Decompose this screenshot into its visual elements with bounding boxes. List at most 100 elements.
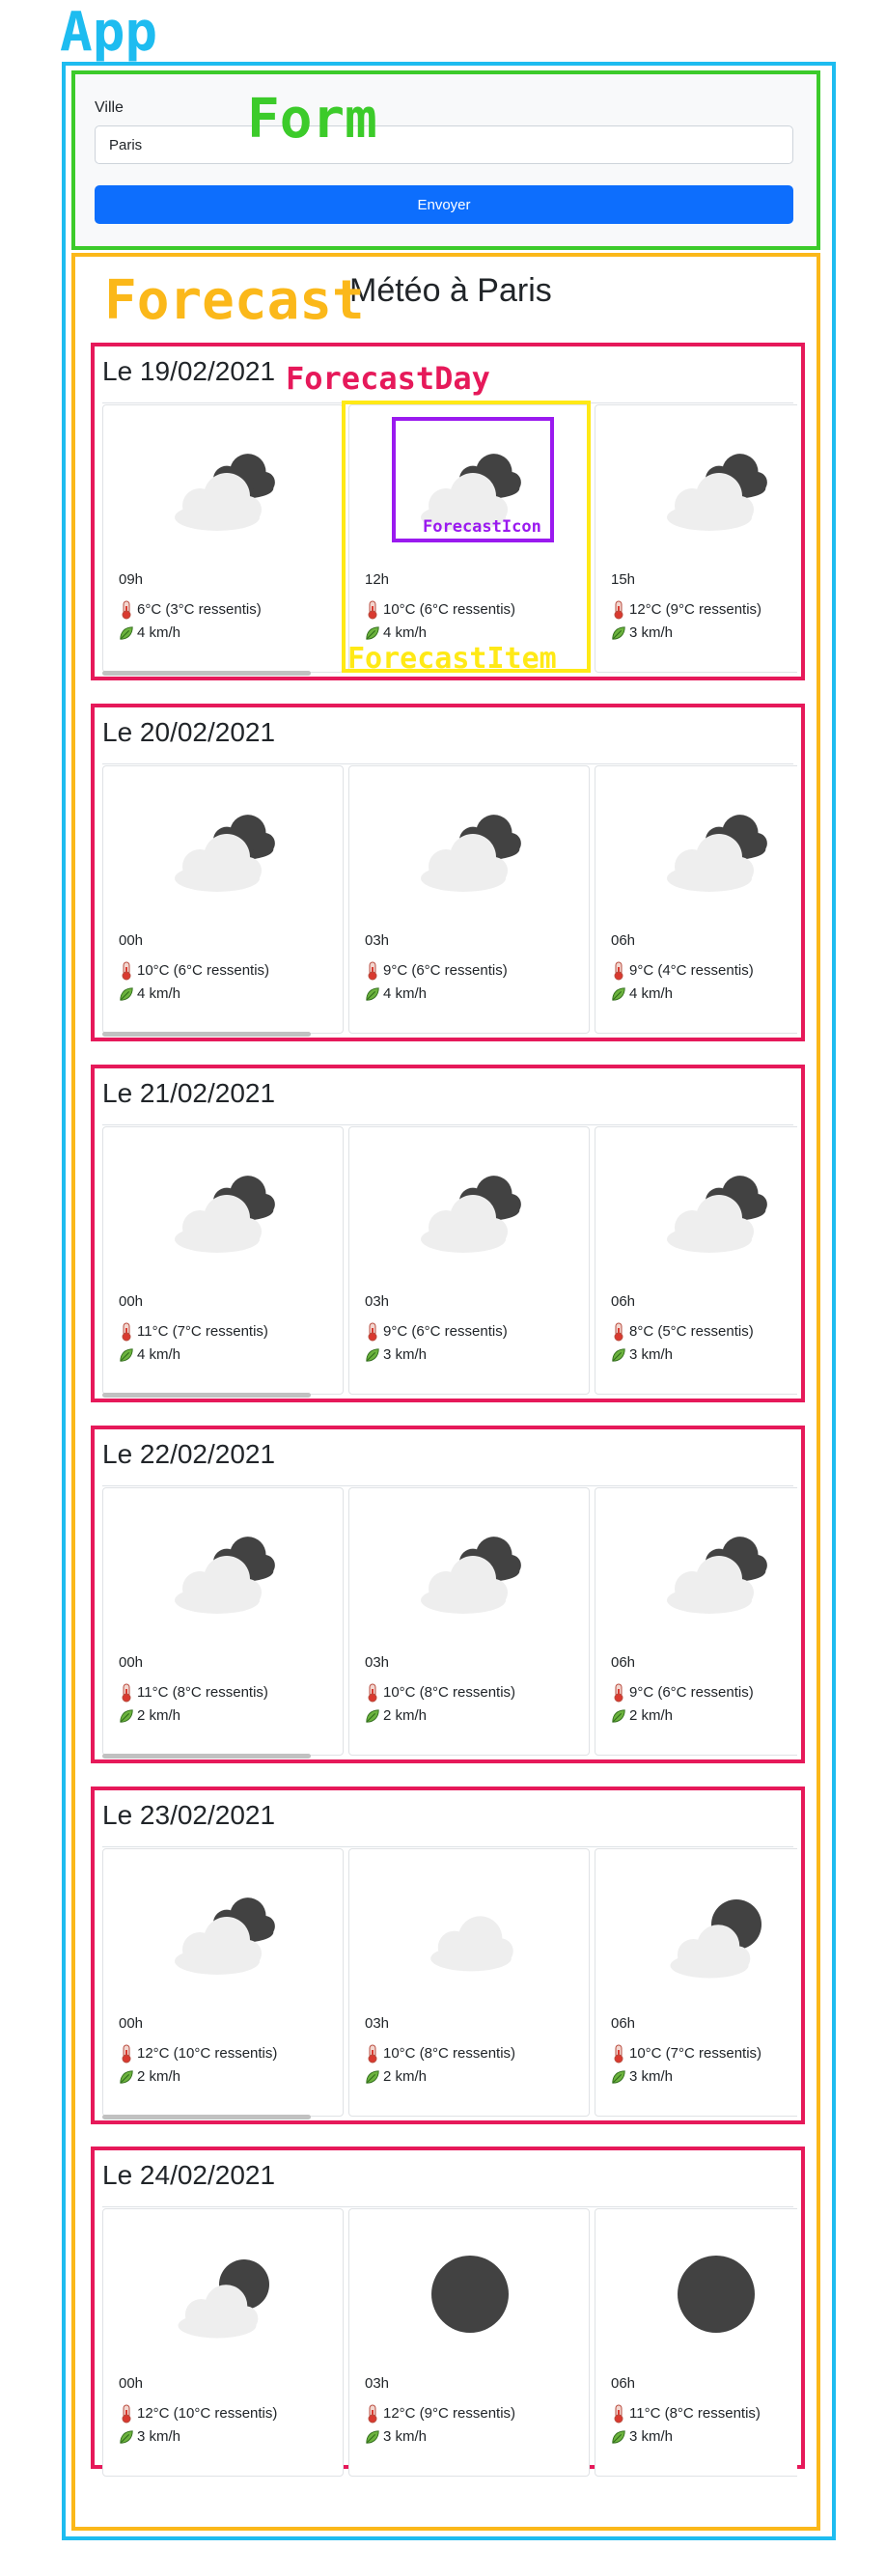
cloud-dark-moon-weather-icon [670, 1899, 761, 1979]
light-cloud-weather-icon [430, 1916, 513, 1972]
forecast-wind-row: 3 km/h [365, 1345, 427, 1365]
forecast-wind-speed: 2 km/h [383, 1706, 428, 1724]
thermometer-icon [614, 961, 623, 981]
forecast-day: Le 21/02/2021 00h 11°C (7°C ressentis) 4 km… [91, 1065, 805, 1402]
thermometer-icon [368, 1683, 377, 1703]
forecast-wind-row: 2 km/h [611, 1706, 673, 1726]
forecast-wind-row: 3 km/h [611, 2067, 673, 2087]
forecast-item-card: 03h 10°C (8°C ressentis) 2 km/h [348, 1487, 590, 1756]
forecast-wind-row: 2 km/h [365, 1706, 427, 1726]
thermometer-icon [368, 1322, 377, 1342]
leaf-wind-icon [366, 987, 379, 1001]
forecast-temperature: 10°C (8°C ressentis) [383, 2044, 516, 2062]
leaf-wind-icon [120, 2070, 133, 2084]
leaf-wind-icon [612, 626, 625, 640]
forecast-temperature-row: 10°C (6°C ressentis) [119, 961, 269, 981]
forecast-hour: 03h [365, 2015, 390, 2032]
forecast-hour: 00h [119, 932, 144, 949]
horizontal-scrollbar-thumb[interactable] [102, 1754, 311, 1759]
forecast-day-divider [102, 1846, 793, 1847]
forecast-temperature: 12°C (9°C ressentis) [629, 600, 762, 618]
submit-button[interactable]: Envoyer [95, 185, 793, 224]
forecast-items-scroller[interactable]: 00h 10°C (6°C ressentis) 4 km/h 03h 9°C (6°C… [102, 765, 797, 1036]
horizontal-scrollbar-thumb[interactable] [102, 671, 311, 676]
forecast-items-scroller[interactable]: 00h 11°C (7°C ressentis) 4 km/h 03h 9°C (6°C… [102, 1126, 797, 1397]
forecast-item-card: 03h 10°C (8°C ressentis) 2 km/h [348, 1848, 590, 2117]
forecast-hour: 03h [365, 932, 390, 949]
forecast-wind-row: 3 km/h [119, 2427, 180, 2447]
forecast-item-card: 06h 9°C (4°C ressentis) 4 km/h [595, 765, 797, 1034]
forecast-temperature-row: 10°C (8°C ressentis) [365, 1683, 515, 1703]
forecast-item-card: 00h 11°C (7°C ressentis) 4 km/h [102, 1126, 344, 1395]
forecast-temperature: 10°C (8°C ressentis) [383, 1683, 516, 1701]
forecast-temperature-row: 12°C (10°C ressentis) [119, 2044, 277, 2064]
forecast-hour: 00h [119, 2015, 144, 2032]
forecast-hour: 06h [611, 1293, 636, 1310]
thermometer-icon [614, 1322, 623, 1342]
forecast-temperature: 12°C (10°C ressentis) [137, 2044, 278, 2062]
form-component-label: Form [247, 88, 377, 151]
forecast-item-card: 03h 9°C (6°C ressentis) 3 km/h [348, 1126, 590, 1395]
forecast-temperature-row: 6°C (3°C ressentis) [119, 600, 262, 620]
cloud-dark-cloud-weather-icon [421, 1537, 521, 1614]
horizontal-scrollbar-thumb[interactable] [102, 1032, 311, 1037]
forecast-items-scroller[interactable]: 00h 11°C (8°C ressentis) 2 km/h 03h 10°C (8°… [102, 1487, 797, 1758]
thermometer-icon [614, 2044, 623, 2064]
forecast-wind-speed: 4 km/h [383, 984, 428, 1002]
forecast-day: Le 23/02/2021 00h 12°C (10°C ressentis) 2 k… [91, 1787, 805, 2124]
thermometer-icon [614, 600, 623, 620]
forecast-day-title: Le 23/02/2021 [102, 1800, 276, 1830]
forecast-wind-speed: 2 km/h [137, 1706, 181, 1724]
forecast-wind-speed: 3 km/h [383, 2427, 428, 2445]
forecast-item-card: 06h 8°C (5°C ressentis) 3 km/h [595, 1126, 797, 1395]
forecast-items-scroller[interactable]: 00h 12°C (10°C ressentis) 2 km/h 03h 10°C (8… [102, 1848, 797, 2119]
forecast-temperature: 11°C (8°C ressentis) [629, 2404, 761, 2422]
forecast-wind-row: 3 km/h [611, 623, 673, 643]
forecast-day-title: Le 21/02/2021 [102, 1078, 276, 1108]
leaf-wind-icon [366, 2070, 379, 2084]
forecast-item-card: 00h 12°C (10°C ressentis) 2 km/h [102, 1848, 344, 2117]
forecast-icon-component-label: ForecastIcon [423, 517, 541, 537]
forecast-day: Le 24/02/2021 00h 12°C (10°C ressentis) 3 k… [91, 2147, 805, 2477]
forecast-wind-row: 2 km/h [119, 2067, 180, 2087]
thermometer-icon [122, 2404, 131, 2424]
cloud-dark-moon-weather-icon [178, 2259, 269, 2339]
cloud-dark-cloud-weather-icon [421, 1176, 521, 1253]
forecast-temperature: 9°C (6°C ressentis) [629, 1683, 754, 1701]
leaf-wind-icon [120, 626, 133, 640]
forecast-temperature-row: 9°C (6°C ressentis) [611, 1683, 754, 1703]
forecast-temperature-row: 10°C (8°C ressentis) [365, 2044, 515, 2064]
forecast-day-divider [102, 1124, 793, 1125]
forecast-component-label: Forecast [104, 269, 365, 332]
forecast-temperature-row: 10°C (7°C ressentis) [611, 2044, 761, 2064]
thermometer-icon [614, 2404, 623, 2424]
leaf-wind-icon [612, 2430, 625, 2444]
forecast-item-card: 00h 12°C (10°C ressentis) 3 km/h [102, 2208, 344, 2477]
forecast-temperature: 10°C (6°C ressentis) [137, 961, 270, 979]
forecast-day-title: Le 19/02/2021 [102, 356, 276, 386]
forecast-wind-speed: 2 km/h [629, 1706, 674, 1724]
thermometer-icon [122, 2044, 131, 2064]
city-input[interactable] [95, 125, 793, 164]
cloud-dark-cloud-weather-icon [667, 454, 767, 531]
forecast-day-component-label: ForecastDay [286, 360, 490, 397]
horizontal-scrollbar-thumb[interactable] [102, 2115, 311, 2119]
horizontal-scrollbar-thumb[interactable] [102, 1393, 311, 1398]
leaf-wind-icon [612, 1348, 625, 1362]
forecast-hour: 00h [119, 1293, 144, 1310]
forecast-temperature: 11°C (8°C ressentis) [137, 1683, 268, 1701]
dark-moon-weather-icon [678, 2256, 755, 2333]
forecast-temperature-row: 11°C (7°C ressentis) [119, 1322, 268, 1342]
forecast-hour: 06h [611, 1654, 636, 1671]
leaf-wind-icon [366, 1348, 379, 1362]
thermometer-icon [122, 1322, 131, 1342]
forecast-temperature: 11°C (7°C ressentis) [137, 1322, 268, 1340]
forecast-temperature-row: 9°C (6°C ressentis) [365, 1322, 508, 1342]
forecast-temperature-row: 11°C (8°C ressentis) [119, 1683, 268, 1703]
forecast-item-card: 09h 6°C (3°C ressentis) 4 km/h [102, 404, 344, 673]
forecast-items-scroller[interactable]: 00h 12°C (10°C ressentis) 3 km/h 03h 12°C (9… [102, 2208, 797, 2479]
forecast-day: Le 22/02/2021 00h 11°C (8°C ressentis) 2 km… [91, 1426, 805, 1763]
forecast-temperature-row: 12°C (9°C ressentis) [365, 2404, 515, 2424]
forecast-item-card: 06h 10°C (7°C ressentis) 3 km/h [595, 1848, 797, 2117]
cloud-dark-cloud-weather-icon [667, 815, 767, 892]
